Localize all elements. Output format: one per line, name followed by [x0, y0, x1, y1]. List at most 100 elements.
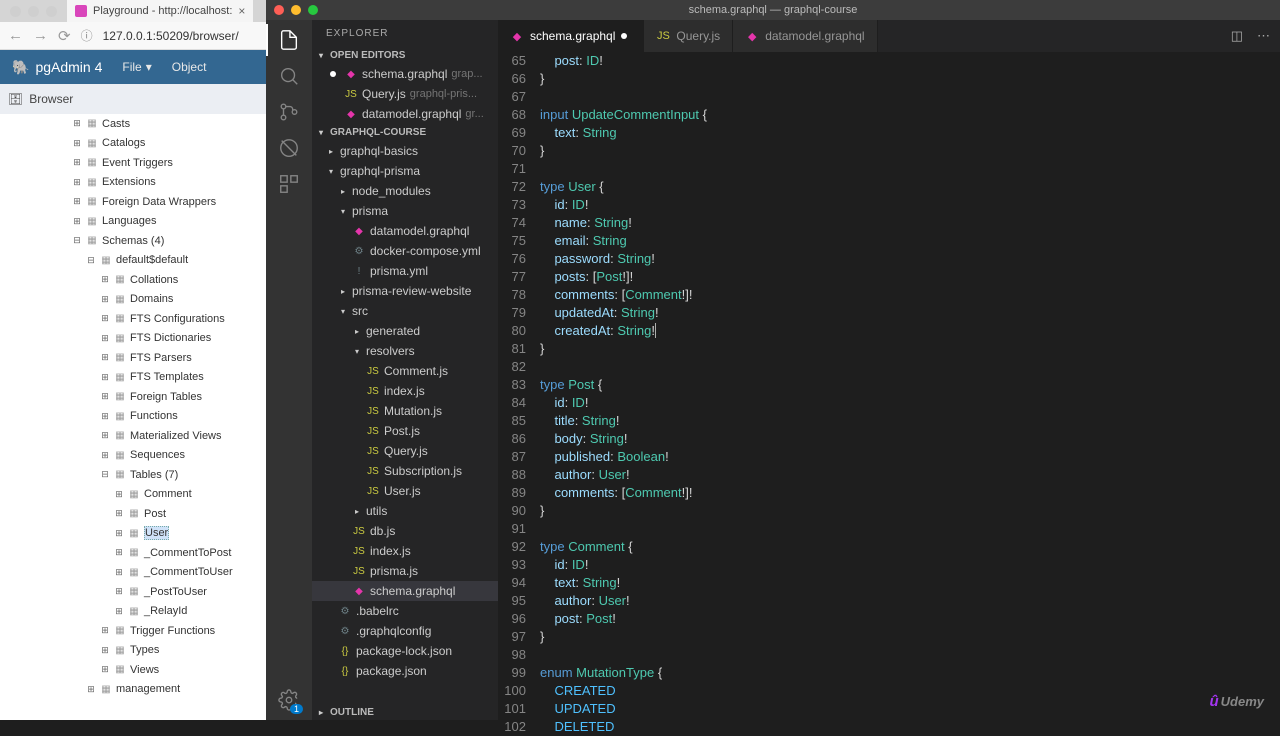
pg-tree-item[interactable]: ⊞▦_CommentToUser — [0, 563, 266, 583]
expand-icon[interactable]: ⊞ — [100, 430, 110, 441]
pg-tree-item[interactable]: ⊞▦Post — [0, 504, 266, 524]
scm-icon[interactable] — [277, 100, 301, 124]
expand-icon[interactable]: ⊞ — [72, 118, 82, 129]
pg-tree-item[interactable]: ⊞▦Domains — [0, 290, 266, 310]
expand-icon[interactable]: ⊞ — [100, 391, 110, 402]
expand-icon[interactable]: ⊞ — [72, 196, 82, 207]
search-icon[interactable] — [277, 64, 301, 88]
file-tree-item[interactable]: ▸graphql-basics — [312, 141, 498, 161]
outline-section[interactable]: ▸OUTLINE — [312, 704, 498, 720]
pg-tree-item[interactable]: ⊞▦management — [0, 680, 266, 700]
expand-icon[interactable]: ⊞ — [114, 508, 124, 519]
expand-icon[interactable]: ⊞ — [100, 625, 110, 636]
file-tree-item[interactable]: ▸generated — [312, 321, 498, 341]
pg-tree-item[interactable]: ⊞▦Views — [0, 660, 266, 680]
extensions-icon[interactable] — [277, 172, 301, 196]
expand-icon[interactable]: ⊞ — [100, 352, 110, 363]
object-menu[interactable]: Object — [172, 60, 207, 74]
split-editor-icon[interactable]: ◫ — [1231, 28, 1243, 44]
file-tree-item[interactable]: JSUser.js — [312, 481, 498, 501]
expand-icon[interactable]: ⊞ — [114, 586, 124, 597]
pg-tree-item[interactable]: ⊞▦Event Triggers — [0, 153, 266, 173]
settings-gear-icon[interactable]: 1 — [277, 688, 301, 712]
expand-icon[interactable]: ⊞ — [100, 372, 110, 383]
file-tree-item[interactable]: JSdb.js — [312, 521, 498, 541]
pg-tree-item[interactable]: ⊞▦Collations — [0, 270, 266, 290]
expand-icon[interactable]: ⊞ — [114, 489, 124, 500]
file-tree-item[interactable]: ⚙.babelrc — [312, 601, 498, 621]
file-tree-item[interactable]: ⚙docker-compose.yml — [312, 241, 498, 261]
editor-tab[interactable]: ◆datamodel.graphql — [733, 20, 877, 52]
pg-tree-item[interactable]: ⊞▦Languages — [0, 212, 266, 232]
file-menu[interactable]: File▾ — [122, 60, 151, 74]
project-section[interactable]: ▾GRAPHQL-COURSE — [312, 124, 498, 141]
pg-tree-item[interactable]: ⊞▦Extensions — [0, 173, 266, 193]
expand-icon[interactable]: ⊟ — [72, 235, 82, 246]
file-tree-item[interactable]: {}package.json — [312, 661, 498, 681]
expand-icon[interactable]: ⊞ — [114, 547, 124, 558]
pg-tree-item[interactable]: ⊞▦User — [0, 524, 266, 544]
pg-tree-item[interactable]: ⊞▦Catalogs — [0, 134, 266, 154]
expand-icon[interactable]: ⊞ — [100, 450, 110, 461]
expand-icon[interactable]: ⊟ — [86, 255, 96, 266]
more-icon[interactable]: ⋯ — [1257, 28, 1270, 44]
expand-icon[interactable]: ⊞ — [100, 333, 110, 344]
minimize-icon[interactable] — [291, 5, 301, 15]
editor-tab[interactable]: JSQuery.js — [644, 20, 733, 52]
explorer-icon[interactable] — [277, 28, 301, 52]
close-icon[interactable] — [274, 5, 284, 15]
file-tree-item[interactable]: ◆datamodel.graphql — [312, 221, 498, 241]
editor-tab[interactable]: ◆schema.graphql — [498, 20, 644, 52]
pg-tree-item[interactable]: ⊞▦FTS Dictionaries — [0, 329, 266, 349]
file-tree-item[interactable]: {}package-lock.json — [312, 641, 498, 661]
file-tree-item[interactable]: ▸node_modules — [312, 181, 498, 201]
pg-tree-item[interactable]: ⊞▦Casts — [0, 114, 266, 134]
pg-tree-item[interactable]: ⊟▦Tables (7) — [0, 465, 266, 485]
expand-icon[interactable]: ⊞ — [72, 157, 82, 168]
expand-icon[interactable]: ⊞ — [72, 138, 82, 149]
pg-tree-item[interactable]: ⊞▦Comment — [0, 485, 266, 505]
file-tree-item[interactable]: JSQuery.js — [312, 441, 498, 461]
browser-tab[interactable]: Playground - http://localhost: × — [67, 0, 253, 22]
close-dot[interactable] — [10, 6, 21, 17]
code-content[interactable]: post: ID! } input UpdateCommentInput { t… — [540, 52, 1280, 720]
expand-icon[interactable]: ⊞ — [86, 684, 96, 695]
pg-tree-item[interactable]: ⊞▦_CommentToPost — [0, 543, 266, 563]
pg-tree-item[interactable]: ⊞▦Functions — [0, 407, 266, 427]
max-dot[interactable] — [46, 6, 57, 17]
pg-tree-item[interactable]: ⊟▦default$default — [0, 251, 266, 271]
file-tree-item[interactable]: JSPost.js — [312, 421, 498, 441]
expand-icon[interactable]: ⊞ — [100, 411, 110, 422]
file-tree-item[interactable]: ⚙.graphqlconfig — [312, 621, 498, 641]
file-tree-item[interactable]: ▾src — [312, 301, 498, 321]
expand-icon[interactable]: ⊞ — [100, 645, 110, 656]
pg-tree-item[interactable]: ⊞▦Types — [0, 641, 266, 661]
debug-icon[interactable] — [277, 136, 301, 160]
file-tree-item[interactable]: JSindex.js — [312, 541, 498, 561]
file-tree-item[interactable]: JSprisma.js — [312, 561, 498, 581]
reload-icon[interactable]: ⟳ — [58, 27, 71, 45]
pg-tree-item[interactable]: ⊞▦Foreign Data Wrappers — [0, 192, 266, 212]
code-editor[interactable]: 65 66 67 68 69 70 71 72 73 74 75 76 77 7… — [498, 52, 1280, 720]
min-dot[interactable] — [28, 6, 39, 17]
file-tree-item[interactable]: ▾graphql-prisma — [312, 161, 498, 181]
file-tree-item[interactable]: ▾resolvers — [312, 341, 498, 361]
file-tree-item[interactable]: !prisma.yml — [312, 261, 498, 281]
file-tree-item[interactable]: ◆schema.graphql — [312, 581, 498, 601]
open-editors-section[interactable]: ▾OPEN EDITORS — [312, 47, 498, 64]
expand-icon[interactable]: ⊞ — [114, 528, 124, 539]
file-tree-item[interactable]: ▸prisma-review-website — [312, 281, 498, 301]
maximize-icon[interactable] — [308, 5, 318, 15]
expand-icon[interactable]: ⊞ — [114, 606, 124, 617]
open-editor-item[interactable]: JSQuery.js graphql-pris... — [312, 84, 498, 104]
file-tree-item[interactable]: ▸utils — [312, 501, 498, 521]
open-editor-item[interactable]: ◆datamodel.graphql gr... — [312, 104, 498, 124]
pg-tree-item[interactable]: ⊞▦FTS Configurations — [0, 309, 266, 329]
pg-tree-item[interactable]: ⊞▦_PostToUser — [0, 582, 266, 602]
pg-tree-item[interactable]: ⊞▦Foreign Tables — [0, 387, 266, 407]
file-tree-item[interactable]: JSMutation.js — [312, 401, 498, 421]
expand-icon[interactable]: ⊞ — [72, 216, 82, 227]
pg-tree-item[interactable]: ⊞▦_RelayId — [0, 602, 266, 622]
expand-icon[interactable]: ⊞ — [72, 177, 82, 188]
pg-tree-item[interactable]: ⊞▦FTS Templates — [0, 368, 266, 388]
